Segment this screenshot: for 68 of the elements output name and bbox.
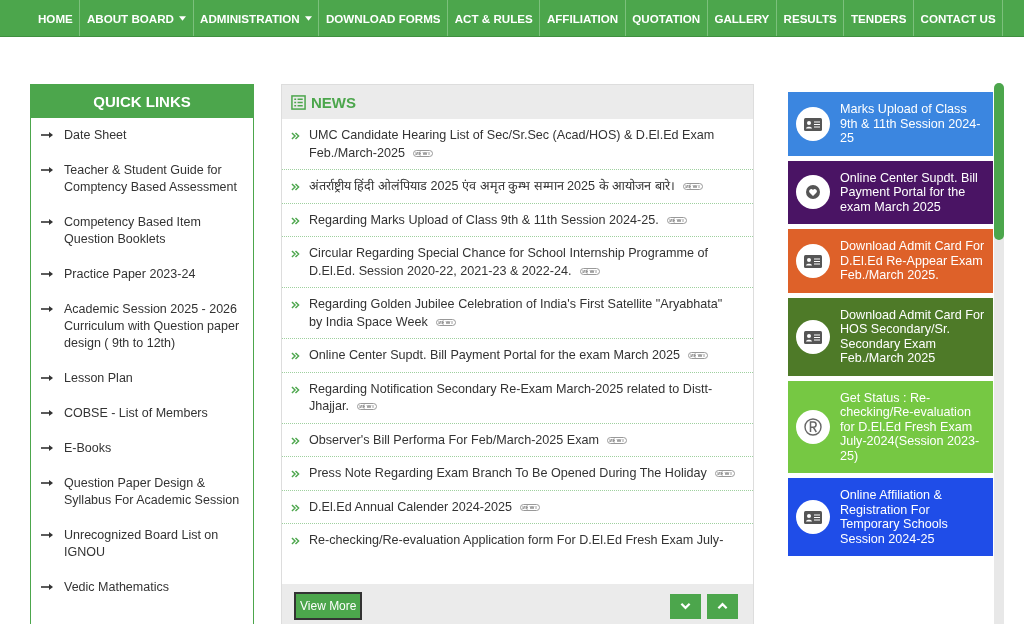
link-card[interactable]: Download Admit Card For D.El.Ed Re-Appear Exam Feb./March 2025. [788,229,993,293]
link-card[interactable]: Online Center Supdt. Bill Payment Portal for the exam March 2025 [788,160,993,224]
link-card[interactable]: Download Admit Card For HOS Secondary/Sr. Secondary Exam Feb./March 2025 [788,297,993,376]
arrow-icon [41,584,53,590]
news-link[interactable]: Regarding Marks Upload of Class 9th & 11th Session 2024-25. [309,211,687,229]
quick-link[interactable]: Date Sheet [64,127,127,144]
double-chevron-icon [291,132,300,140]
quick-link[interactable]: Unrecognized Board List on IGNOU [64,527,245,561]
chevron-down-icon [680,602,691,610]
double-chevron-icon [291,385,300,394]
scroll-up-button[interactable] [707,593,738,619]
quick-link[interactable]: Competency Based Item Question Booklets [64,214,245,248]
double-chevron-icon [291,436,300,445]
chevron-up-icon [717,602,728,610]
scrollbar-thumb[interactable] [994,83,1004,240]
arrow-icon [41,167,53,173]
card-title: Get Status : Re-checking/Re-evaluation for D.El.Ed Fresh Exam July-2024(Session 2023-25) [840,390,981,463]
link-card[interactable]: Marks Upload of Class 9th & 11th Session 2024-25 [788,92,993,156]
arrow-icon [41,480,53,486]
arrow-icon [41,532,53,538]
quick-link[interactable]: E-Books [64,440,112,457]
quick-links-title: QUICK LINKS [31,84,253,118]
card-title: Download Admit Card For D.El.Ed Re-Appear Exam Feb./March 2025. [840,239,985,283]
double-chevron-icon [291,352,300,360]
quick-link[interactable]: Lesson Plan [64,370,133,387]
arrow-icon [41,306,53,312]
double-chevron-icon [291,183,300,191]
list-icon [291,94,306,110]
double-chevron-icon [291,537,300,545]
double-chevron-icon [291,250,300,258]
arrow-icon [41,375,53,381]
link-card[interactable]: Online Affiliation & Registration For Temporary Schools Session 2024-25 [788,478,993,556]
card-title: Online Affiliation & Registration For Temporary Schools Session 2024-25 [840,488,949,546]
news-link[interactable]: Observer's Bill Performa For Feb/March-2025 Exam [309,431,628,449]
quick-link[interactable]: Academic Session 2025 - 2026 Curriculum with Question paper design ( 9th to 12th) [64,301,245,352]
arrow-icon [41,445,53,451]
quick-link[interactable]: COBSE - List of Members [64,405,208,422]
double-chevron-icon [291,301,300,309]
card-title: Marks Upload of Class 9th & 11th Session 2024-25 [840,102,982,146]
id-card-icon [796,243,830,278]
quick-link[interactable]: Teacher & Student Guide for Comptency Based Assessment [64,162,245,196]
news-link[interactable]: Regarding Golden Jubilee Celebration of India's First Satellite "Aryabhata" by India Space Week [309,296,735,331]
arrow-icon [41,271,53,277]
double-chevron-icon [291,470,300,478]
news-link[interactable]: अंतर्राष्ट्रीय हिंदी ओलंपियाड 2025 एंव अमृत कुम्भ सम्मान 2025 के आयोजन बारे। [309,178,703,196]
arrow-icon [41,132,53,138]
news-link[interactable]: Circular Regarding Special Chance for School Internship Programme of D.El.Ed. Session 2020-22, 2021-23 & 2022-24. [309,245,735,280]
quick-link[interactable]: Question Paper Design & Syllabus For Academic Session [64,475,245,509]
card-title: Online Center Supdt. Bill Payment Portal for the exam March 2025 [840,170,979,214]
news-link[interactable]: Regarding Notification Secondary Re-Exam March-2025 related to Distt-Jhajjar. [309,380,735,416]
quick-link[interactable]: Vedic Mathematics [64,579,169,596]
registered-icon [796,409,830,444]
news-link[interactable]: UMC Candidate Hearing List of Sec/Sr.Sec (Acad/HOS) & D.El.Ed Exam Feb./March-2025 [309,127,735,162]
id-card-icon [796,319,830,354]
quick-link[interactable]: Practice Paper 2023-24 [64,266,196,283]
news-link[interactable]: D.El.Ed Annual Calender 2024-2025 [309,498,541,516]
news-link[interactable]: Re-checking/Re-evaluation Application form For D.El.Ed Fresh Exam July- [309,532,724,550]
id-card-icon [796,106,830,141]
news-link[interactable]: Press Note Regarding Exam Branch To Be Opened During The Holiday [309,465,735,483]
arrow-icon [41,410,53,416]
id-card-icon [796,500,830,534]
news-link[interactable]: Online Center Supdt. Bill Payment Portal for the exam March 2025 [309,347,708,365]
scroll-down-button[interactable] [670,593,701,619]
double-chevron-icon [291,503,300,512]
news-title: NEWS [311,93,356,111]
card-title: Download Admit Card For HOS Secondary/Sr. Secondary Exam Feb./March 2025 [840,307,985,366]
double-chevron-icon [291,216,300,225]
arrow-icon [41,219,53,225]
